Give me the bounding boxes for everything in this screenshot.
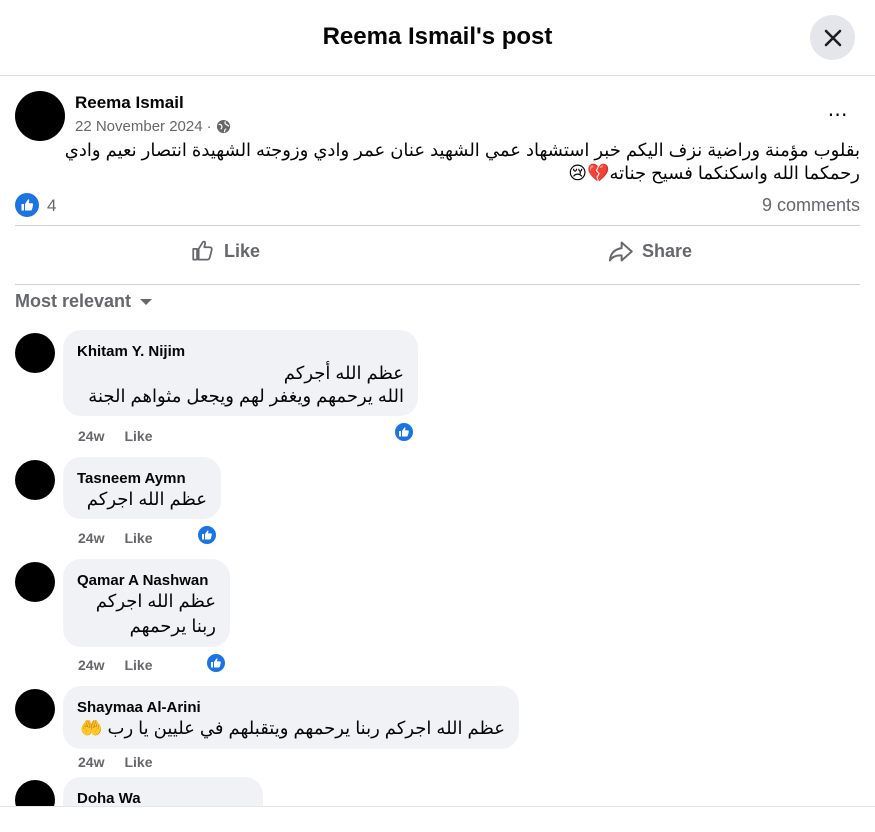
post-date[interactable]: 22 November 2024 [75,118,203,135]
comments-sort-label: Most relevant [15,291,132,311]
dialog-footer-edge [0,806,875,832]
like-button[interactable]: Like [190,232,260,270]
commenter-avatar[interactable] [15,689,55,729]
meta-separator: · [206,118,212,135]
post-text-line: رحمكما الله واسكنكما فسيح جناته💔😢 [568,163,860,183]
comment-reaction[interactable] [393,421,415,443]
comment-actions: 24w Like [78,428,152,444]
author-avatar[interactable] [15,91,65,141]
close-icon [824,29,841,46]
comment-time[interactable]: 24w [78,657,104,673]
post-meta: 22 November 2024 · [75,118,231,135]
comment-bubble: Tasneem Aymn عظم الله اجركم [63,457,221,519]
comment-count[interactable]: 9 comments [762,195,860,216]
comment-like-button[interactable]: Like [124,754,152,770]
commenter-avatar[interactable] [15,460,55,500]
caret-down-icon [140,298,153,305]
close-button[interactable] [810,15,855,60]
comment-bubble: Qamar A Nashwan عظم الله اجركم ربنا يرحم… [63,559,230,647]
post-stats: 4 9 comments [15,192,860,218]
post-text-line: بقلوب مؤمنة وراضية نزف اليكم خبر استشهاد… [64,140,860,160]
commenter-name[interactable]: Tasneem Aymn [77,470,186,487]
author-name[interactable]: Reema Ismail [75,93,184,113]
like-reaction-icon [202,530,212,540]
commenter-name[interactable]: Khitam Y. Nijim [77,343,185,360]
comment-actions: 24w Like [78,530,152,546]
comment-text: عظم الله اجركم [86,489,207,509]
share-button[interactable]: Share [607,232,692,270]
like-reaction-icon[interactable] [15,193,39,217]
comment-actions: 24w Like [78,754,152,770]
comment-time[interactable]: 24w [78,530,104,546]
commenter-avatar[interactable] [15,333,55,373]
comment-text: عظم الله أجركم [283,363,404,383]
comment-text: عظم الله اجركم ربنا يرحمهم ويتقبلهم في ع… [80,718,505,738]
divider [15,284,860,285]
comment-reaction[interactable] [205,652,227,674]
comments-sort-dropdown[interactable]: Most relevant [15,291,153,312]
thumbs-up-icon [192,240,213,261]
dialog-title: Reema Ismail's post [322,23,553,50]
share-icon [608,241,633,261]
comment-text: عظم الله اجركم [95,591,216,611]
comment-like-button[interactable]: Like [124,428,152,444]
like-count[interactable]: 4 [47,196,56,216]
commenter-name[interactable]: Shaymaa Al-Arini [77,699,201,716]
comment-like-button[interactable]: Like [124,657,152,673]
comment-reaction[interactable] [196,524,218,546]
comment-actions: 24w Like [78,657,152,673]
like-reaction-icon [211,658,221,668]
divider [15,225,860,226]
share-label: Share [642,240,693,261]
commenter-name[interactable]: Doha Wa [77,790,141,807]
more-options-button[interactable]: ⋯ [822,100,854,128]
commenter-avatar[interactable] [15,562,55,602]
like-label: Like [224,240,261,261]
comment-bubble: Khitam Y. Nijim عظم الله أجركم الله يرحم… [63,330,418,416]
comment-like-button[interactable]: Like [124,530,152,546]
like-reaction-icon [399,427,409,437]
more-options-icon: ⋯ [827,103,849,126]
comment-text: الله يرحمهم ويغفر لهم ويجعل مثواهم الجنة [88,386,404,406]
commenter-name[interactable]: Qamar A Nashwan [77,572,208,589]
comment-time[interactable]: 24w [78,428,104,444]
comment-text: ربنا يرحمهم [129,616,216,636]
globe-icon [216,119,230,134]
comment-bubble: Shaymaa Al-Arini عظم الله اجركم ربنا يرح… [63,686,519,749]
comment-time[interactable]: 24w [78,754,104,770]
post-text: بقلوب مؤمنة وراضية نزف اليكم خبر استشهاد… [15,139,860,185]
dialog-header: Reema Ismail's post [0,0,875,76]
